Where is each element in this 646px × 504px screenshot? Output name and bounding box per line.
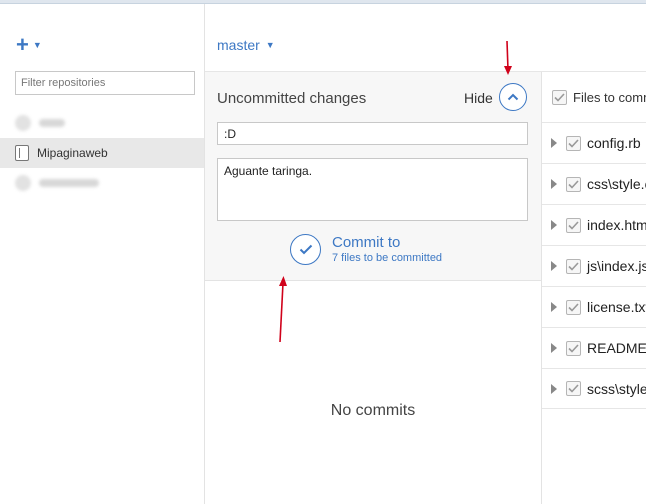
file-checkbox[interactable] bbox=[566, 217, 581, 233]
branch-selector[interactable]: master ▼ bbox=[217, 37, 275, 53]
chevron-up-icon bbox=[507, 93, 519, 101]
file-name: license.txt bbox=[587, 299, 646, 315]
expand-triangle-icon[interactable] bbox=[551, 343, 557, 353]
file-list: config.rb css\style.css index.html js\index… bbox=[542, 122, 646, 409]
annotation-arrow-up bbox=[279, 276, 287, 343]
check-icon bbox=[568, 261, 579, 271]
hide-label[interactable]: Hide bbox=[464, 90, 493, 106]
commit-count: 7 files to be committed bbox=[332, 252, 443, 264]
check-icon bbox=[568, 302, 579, 312]
file-name: index.html bbox=[587, 217, 646, 233]
file-checkbox[interactable] bbox=[566, 176, 581, 192]
repo-item-blurred-1[interactable] bbox=[0, 108, 204, 138]
commit-description-input[interactable]: Aguante taringa. bbox=[217, 158, 528, 221]
check-icon bbox=[290, 234, 321, 265]
repo-item-blurred-2[interactable] bbox=[0, 168, 204, 198]
file-name: README.md bbox=[587, 340, 646, 356]
file-row[interactable]: css\style.css bbox=[542, 163, 646, 204]
check-icon bbox=[568, 220, 579, 230]
repo-name: Mipaginaweb bbox=[37, 146, 108, 160]
file-checkbox[interactable] bbox=[566, 135, 581, 151]
file-row[interactable]: index.html bbox=[542, 204, 646, 245]
file-checkbox[interactable] bbox=[566, 340, 581, 356]
chevron-down-icon: ▼ bbox=[265, 40, 275, 50]
repository-icon bbox=[15, 145, 29, 161]
file-row[interactable]: config.rb bbox=[542, 122, 646, 163]
hide-button[interactable] bbox=[499, 83, 527, 111]
file-row[interactable]: scss\style.scss bbox=[542, 368, 646, 409]
commit-button[interactable]: Commit to 7 files to be committed bbox=[290, 234, 442, 265]
uncommitted-title: Uncommitted changes bbox=[217, 90, 367, 107]
files-panel: Files to commit config.rb css\style.css in… bbox=[541, 72, 646, 504]
filter-repositories-input[interactable] bbox=[15, 71, 195, 95]
expand-triangle-icon[interactable] bbox=[551, 138, 557, 148]
file-checkbox[interactable] bbox=[566, 258, 581, 274]
annotation-arrow-down bbox=[504, 40, 512, 75]
avatar bbox=[15, 175, 31, 191]
add-repository-button[interactable]: + ▼ bbox=[16, 32, 42, 57]
blurred-repo-name bbox=[39, 179, 99, 187]
file-name: css\style.css bbox=[587, 176, 646, 192]
expand-triangle-icon[interactable] bbox=[551, 220, 557, 230]
expand-triangle-icon[interactable] bbox=[551, 179, 557, 189]
file-row[interactable]: README.md bbox=[542, 327, 646, 368]
check-icon bbox=[568, 343, 579, 353]
file-name: scss\style.scss bbox=[587, 380, 646, 397]
commit-summary-input[interactable] bbox=[217, 122, 528, 145]
files-header: Files to commit bbox=[542, 72, 646, 122]
no-commits-text: No commits bbox=[330, 402, 416, 419]
check-icon bbox=[568, 179, 579, 189]
expand-triangle-icon[interactable] bbox=[551, 261, 557, 271]
chevron-down-icon: ▼ bbox=[32, 40, 42, 50]
repo-item-mipaginaweb[interactable]: Mipaginaweb bbox=[0, 138, 204, 168]
sidebar: + ▼ Mipaginaweb bbox=[0, 4, 205, 504]
expand-triangle-icon[interactable] bbox=[551, 302, 557, 312]
expand-triangle-icon[interactable] bbox=[551, 383, 557, 394]
file-row[interactable]: license.txt bbox=[542, 286, 646, 327]
uncommitted-changes-panel: Uncommitted changes Hide Aguante taringa… bbox=[205, 72, 541, 281]
select-all-checkbox[interactable] bbox=[552, 89, 567, 105]
branch-name: master bbox=[217, 37, 260, 53]
file-name: js\index.js bbox=[587, 258, 646, 274]
file-checkbox[interactable] bbox=[566, 299, 581, 315]
files-header-label: Files to commit bbox=[573, 89, 646, 105]
plus-icon: + bbox=[16, 32, 29, 57]
check-icon bbox=[568, 138, 579, 148]
check-icon bbox=[568, 384, 579, 393]
commit-label: Commit to bbox=[332, 234, 401, 251]
blurred-repo-name bbox=[39, 119, 65, 127]
file-name: config.rb bbox=[587, 135, 641, 151]
commit-text: Commit to 7 files to be committed bbox=[332, 234, 442, 265]
avatar bbox=[15, 115, 31, 131]
file-checkbox[interactable] bbox=[566, 381, 581, 396]
repository-list: Mipaginaweb bbox=[0, 108, 204, 198]
check-icon bbox=[554, 92, 565, 102]
file-row[interactable]: js\index.js bbox=[542, 245, 646, 286]
